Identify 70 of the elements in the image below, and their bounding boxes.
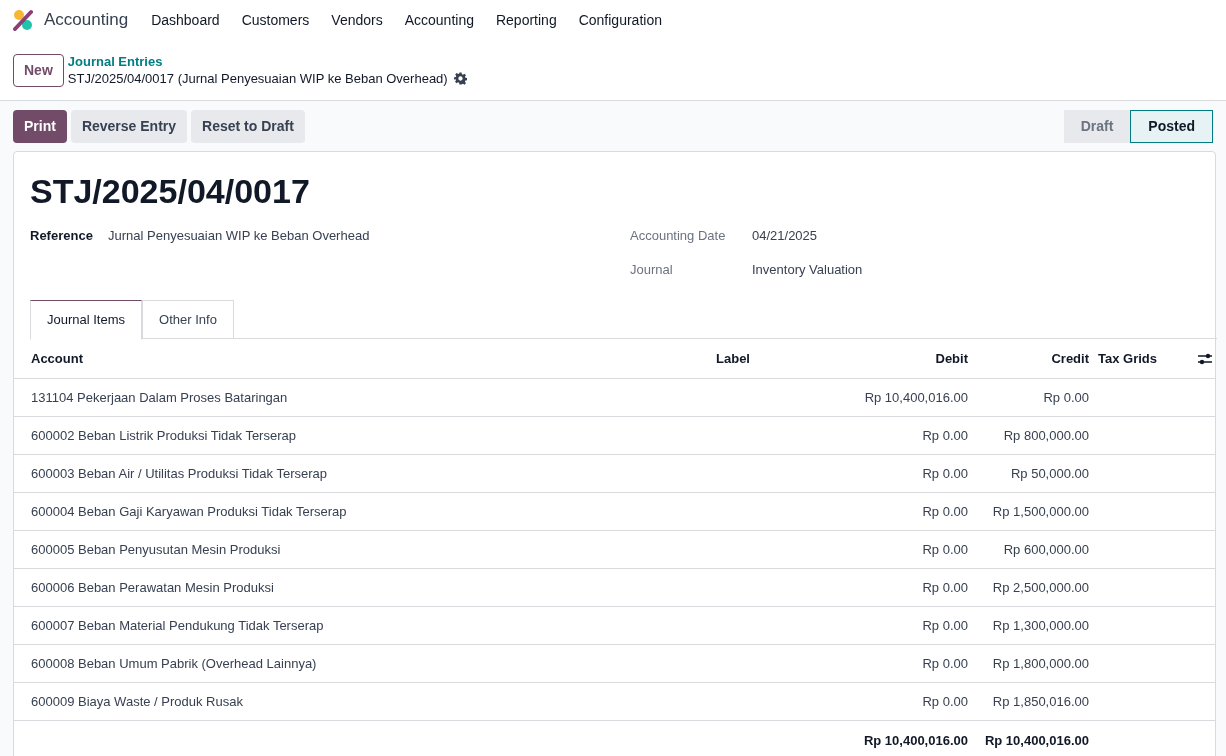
table-cell-text: 600005 Beban Penyusutan Mesin Produksi — [30, 540, 282, 559]
table-cell-text: Rp 1,850,016.00 — [991, 692, 1089, 711]
table-cell-text: 600008 Beban Umum Pabrik (Overhead Lainnya) — [30, 654, 318, 673]
table-row[interactable]: 600003 Beban Air / Utilitas Produksi Tidak Terserap Rp 0.00 Rp 50,000.00 — [14, 455, 1215, 493]
breadcrumb-link[interactable]: Journal Entries — [67, 53, 467, 70]
column-settings-icon[interactable] — [1198, 352, 1212, 365]
field-value: Inventory Valuation — [752, 261, 863, 280]
action-button[interactable]: Reset to Draft — [191, 110, 305, 143]
table-cell-text: 131104 Pekerjaan Dalam Proses Bataringan — [30, 388, 289, 407]
column-header[interactable]: Tax Grids — [1089, 348, 1194, 369]
table-cell-text: Rp 0.00 — [921, 578, 968, 597]
menu-item[interactable]: Accounting — [393, 9, 485, 31]
app-name[interactable]: Accounting — [44, 7, 129, 33]
table-cell-text: Rp 0.00 — [1042, 388, 1089, 407]
menu-item[interactable]: Reporting — [484, 9, 568, 31]
action-button[interactable]: Reverse Entry — [70, 110, 188, 143]
menu-item[interactable]: Customers — [230, 9, 321, 31]
table-cell-text: Rp 1,300,000.00 — [991, 616, 1089, 635]
table-cell-text: Rp 0.00 — [921, 616, 968, 635]
table-row[interactable]: 600006 Beban Perawatan Mesin Produksi Rp 0.00 Rp 2,500,000.00 — [14, 569, 1215, 607]
column-header[interactable]: Account — [14, 348, 714, 369]
table-row[interactable]: 600005 Beban Penyusutan Mesin Produksi Rp 0.00 Rp 600,000.00 — [14, 531, 1215, 569]
table-row[interactable]: 600009 Biaya Waste / Produk Rusak Rp 0.00 Rp 1,850,016.00 — [14, 683, 1215, 721]
record-title: STJ/2025/04/0017 — [30, 171, 311, 212]
column-header[interactable]: Label — [714, 348, 750, 369]
menu-item[interactable]: Vendors — [320, 9, 394, 31]
table-row[interactable]: 131104 Pekerjaan Dalam Proses Bataringan Rp 10,400,016.00 Rp 0.00 — [14, 379, 1215, 417]
status-step[interactable]: Draft — [1063, 110, 1131, 143]
table-cell-text: Rp 0.00 — [921, 692, 968, 711]
status-step[interactable]: Posted — [1130, 110, 1213, 143]
table-cell-text: Rp 0.00 — [921, 540, 968, 559]
tab[interactable]: Other Info — [142, 300, 234, 339]
print-button[interactable]: Print — [13, 110, 67, 143]
menu-item[interactable]: Dashboard — [140, 9, 231, 31]
app-logo-icon[interactable] — [12, 9, 34, 31]
table-cell-text: 600004 Beban Gaji Karyawan Produksi Tidak Terserap — [30, 502, 348, 521]
table-row[interactable]: 600004 Beban Gaji Karyawan Produksi Tidak Terserap Rp 0.00 Rp 1,500,000.00 — [14, 493, 1215, 531]
total-cell-text: Rp 10,400,016.00 — [862, 732, 968, 751]
table-cell-text: Rp 0.00 — [921, 464, 968, 483]
record-name: STJ/2025/04/0017 (Jurnal Penyesuaian WIP ke Beban Overhead) — [67, 70, 448, 87]
table-cell-text: Rp 50,000.00 — [1009, 464, 1089, 483]
table-cell-text: Rp 600,000.00 — [1002, 540, 1089, 559]
table-cell-text: 600003 Beban Air / Utilitas Produksi Tidak Terserap — [30, 464, 329, 483]
table-row[interactable]: 600008 Beban Umum Pabrik (Overhead Lainnya) Rp 0.00 Rp 1,800,000.00 — [14, 645, 1215, 683]
table-cell-text: Rp 10,400,016.00 — [863, 388, 968, 407]
table-cell-text: Rp 1,500,000.00 — [991, 502, 1089, 521]
new-button[interactable]: New — [13, 53, 64, 87]
field-value: Jurnal Penyesuaian WIP ke Beban Overhead — [108, 227, 370, 246]
settings-icon[interactable] — [453, 72, 467, 85]
table-cell-text: 600002 Beban Listrik Produksi Tidak Terserap — [30, 426, 297, 445]
table-cell-text: Rp 0.00 — [921, 502, 968, 521]
field-value: 04/21/2025 — [752, 227, 818, 246]
table-cell-text: 600007 Beban Material Pendukung Tidak Terserap — [30, 616, 325, 635]
tab[interactable]: Journal Items — [30, 300, 143, 340]
column-header[interactable]: Credit — [968, 348, 1089, 369]
table-cell-text: Rp 800,000.00 — [1002, 426, 1089, 445]
menu-item[interactable]: Configuration — [567, 9, 673, 31]
table-row[interactable]: 600007 Beban Material Pendukung Tidak Terserap Rp 0.00 Rp 1,300,000.00 — [14, 607, 1215, 645]
table-cell-text: Rp 0.00 — [921, 654, 968, 673]
field-label: Reference — [30, 227, 94, 246]
table-cell-text: Rp 1,800,000.00 — [991, 654, 1089, 673]
total-cell-text: Rp 10,400,016.00 — [983, 732, 1089, 751]
field-label: Journal — [630, 261, 674, 280]
table-cell-text: 600006 Beban Perawatan Mesin Produksi — [30, 578, 275, 597]
column-header[interactable]: Debit — [750, 348, 968, 369]
table-cell-text: Rp 0.00 — [921, 426, 968, 445]
table-cell-text: 600009 Biaya Waste / Produk Rusak — [30, 692, 244, 711]
field-label: Accounting Date — [630, 227, 727, 246]
table-row[interactable]: 600002 Beban Listrik Produksi Tidak Terserap Rp 0.00 Rp 800,000.00 — [14, 417, 1215, 455]
table-cell-text: Rp 2,500,000.00 — [991, 578, 1089, 597]
